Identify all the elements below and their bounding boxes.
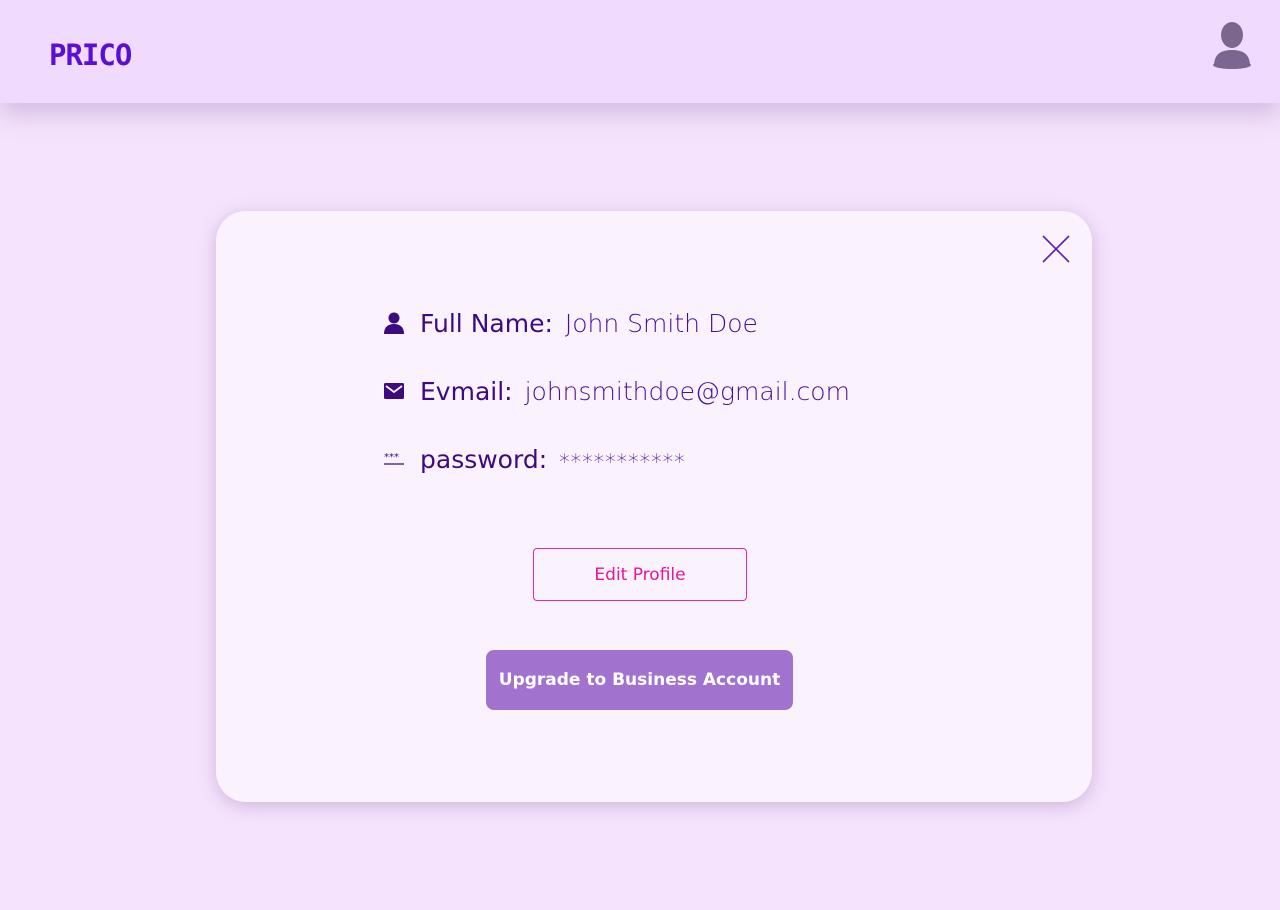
password-dots-icon: *** [382, 447, 406, 471]
svg-text:***: *** [384, 452, 399, 463]
profile-card: Full Name: John Smith Doe Evmail: johnsm… [216, 211, 1092, 802]
top-bar: PRICO [0, 0, 1280, 103]
password-row: *** password: *********** [382, 439, 686, 479]
full-name-row: Full Name: John Smith Doe [382, 303, 758, 343]
mail-icon [382, 379, 406, 403]
password-label: password: [420, 444, 548, 474]
user-icon [382, 311, 406, 335]
upgrade-business-button[interactable]: Upgrade to Business Account [486, 650, 793, 710]
email-value: johnsmithdoe@gmail.com [524, 376, 850, 406]
email-row: Evmail: johnsmithdoe@gmail.com [382, 371, 850, 411]
brand-logo[interactable]: PRICO [49, 38, 132, 72]
email-label: Evmail: [420, 376, 513, 406]
edit-profile-button[interactable]: Edit Profile [533, 548, 747, 601]
full-name-label: Full Name: [420, 308, 553, 338]
full-name-value: John Smith Doe [564, 308, 758, 338]
user-avatar-icon[interactable] [1210, 20, 1254, 70]
close-icon[interactable] [1040, 233, 1072, 265]
password-value: *********** [559, 450, 686, 474]
